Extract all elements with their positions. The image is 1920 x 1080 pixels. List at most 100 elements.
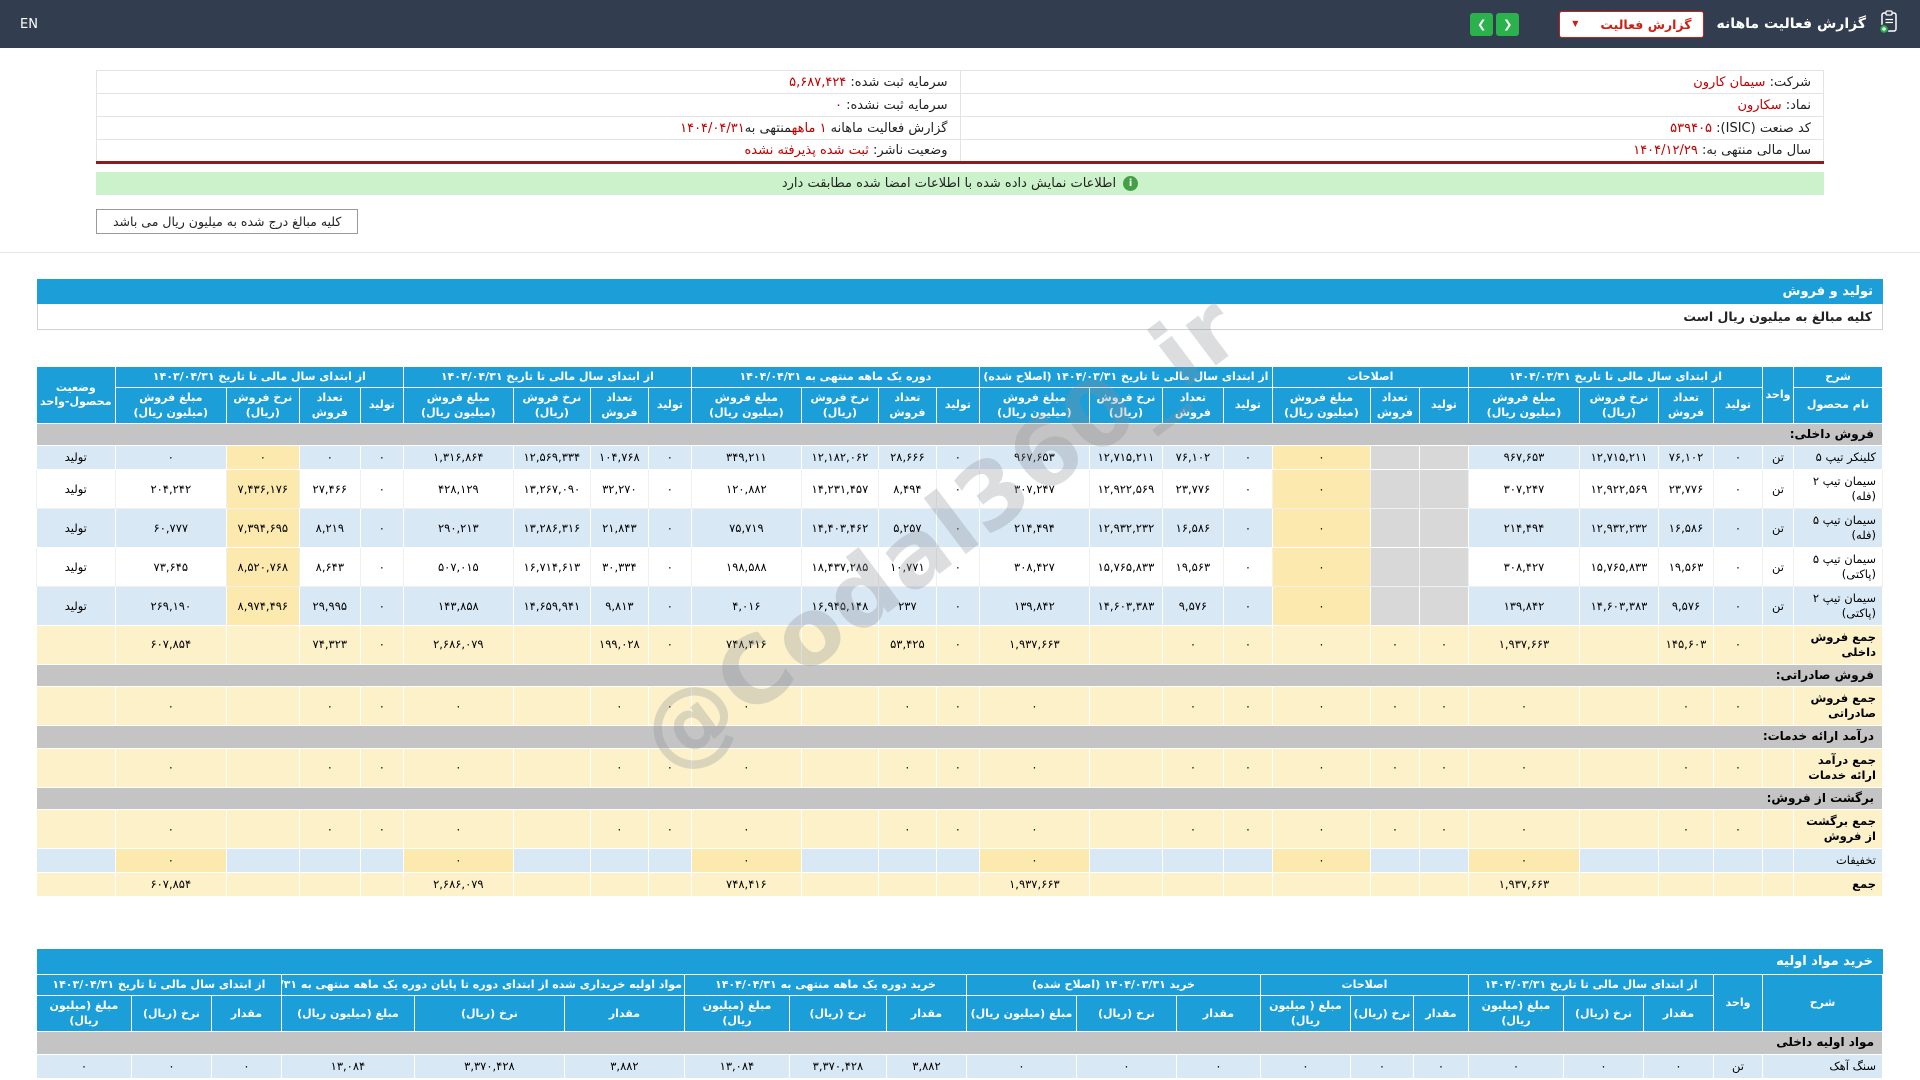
prev-report-button[interactable]: ❮ [1470,12,1494,36]
column-header: نرخ (ریال) [1563,995,1644,1032]
status-cell: تولید [35,547,116,588]
report-document-icon-svg [1879,10,1897,34]
value-cell: ۱۶,۷۱۴,۶۱۳ [512,547,591,588]
value-cell: ۰ [1271,586,1371,626]
column-header: مقدار [210,995,282,1032]
value-cell: ۰ [359,747,404,788]
unit-cell: تن [1762,445,1794,471]
value-cell [1369,469,1420,510]
value-cell: ۸,۹۷۴,۴۹۶ [225,586,300,626]
value-cell: ۰ [1713,686,1763,727]
value-cell: ۱۰۴,۷۶۸ [589,445,649,471]
info-value: ۱۴۰۴/۰۴/۳۱ [680,120,745,136]
value-cell: ۲,۶۸۶,۰۷۹ [402,872,514,898]
group-header: از ابتدای سال مالی تا تاریخ ۱۴۰۳/۰۴/۳۱ [114,365,404,389]
column-header: تعداد فروش [1369,387,1420,424]
value-cell: ۰ [359,445,404,471]
value-cell [1713,848,1763,874]
value-cell: ۸,۵۲۰,۷۶۸ [225,547,300,588]
value-cell: ۰ [114,747,227,788]
value-cell: ۱۵,۷۶۵,۸۳۳ [1579,547,1659,588]
column-header: مقدار [563,995,685,1032]
next-report-button[interactable]: ❯ [1496,12,1520,36]
report-document-icon[interactable] [1878,10,1900,38]
purchase-table: شرح واحد از ابتدای سال مالی تا تاریخ ۱۴۰۴/… [35,974,1884,1079]
value-cell: ۳۰۸,۴۲۷ [1467,547,1581,588]
value-cell [1088,624,1163,665]
value-cell: ۰ [1271,508,1371,549]
company-info-cell: نماد: سکارون [959,93,1824,117]
value-cell [1418,445,1469,471]
value-cell: ۳۰,۳۳۴ [589,547,649,588]
info-label: گزارش فعالیت ماهانه [826,120,948,136]
table-row: سنگ آهک تن ۰ ۰ ۰ ۰ ۰ ۰ ۰ ۰ ۰ ۳,۸۸۲ ۳,۳۷۰,۴۲۸ ۱۳,۰۸۴ ۳,… [35,1053,1883,1079]
value-cell: ۰ [1418,809,1469,850]
row-label: سنگ آهک [1762,1053,1883,1079]
value-cell: ۲۳۷ [877,586,937,626]
value-cell: ۲۳,۷۷۶ [1161,469,1224,510]
column-header: نرخ (ریال) [130,995,212,1032]
value-cell: ۷۴۸,۴۱۶ [690,872,802,898]
value-cell [1369,445,1420,471]
report-type-dropdown[interactable]: گزارش فعالیت ▼ [1559,10,1705,38]
column-header: مبلغ (میلیون ریال) [683,995,790,1032]
unit-cell [1762,848,1794,874]
info-label: سال مالی منتهی به: [1697,143,1811,158]
value-cell [800,686,879,727]
value-cell: ۷۳,۶۴۵ [114,547,227,588]
value-cell: ۲۸,۶۶۶ [877,445,937,471]
value-cell: ۰ [1222,686,1273,727]
info-label: سرمایه ثبت شده: [846,74,948,90]
value-cell: ۰ [1222,586,1273,626]
value-cell: ۰ [935,445,980,471]
value-cell [512,747,591,788]
value-cell: ۰ [359,809,404,850]
value-cell: ۰ [1713,508,1763,549]
group-header: مواد اولیه خریداری شده از ابتدای دوره تا… [280,974,685,997]
value-cell: ۰ [298,747,361,788]
value-cell: ۱۴۵,۶۰۳ [1658,624,1714,665]
value-cell: ۰ [690,747,802,788]
value-cell: ۰ [1161,747,1224,788]
language-toggle[interactable]: EN [20,17,38,32]
row-label: کلینکر تیپ ۵ [1793,445,1883,471]
value-cell: ۰ [1563,1053,1644,1079]
group-header: از ابتدای سال مالی تا تاریخ ۱۴۰۴/۰۳/۳۱ [1467,974,1715,997]
column-header: تولید [1222,387,1273,424]
info-label: شرکت: [1765,74,1811,90]
value-cell: ۹۶۷,۶۵۳ [1467,445,1581,471]
value-cell: ۱۸,۴۳۷,۲۸۵ [800,547,879,588]
value-cell: ۰ [647,747,692,788]
column-header: مبلغ ( میلیون ریال) [1259,995,1351,1032]
status-cell: تولید [35,445,116,471]
value-cell: ۰ [1271,469,1371,510]
chevron-down-icon: ▼ [1572,19,1579,28]
info-label: کد صنعت (ISIC): [1712,120,1811,136]
value-cell: ۳,۳۷۰,۴۲۸ [788,1053,887,1079]
value-cell [512,872,591,898]
value-cell: ۶۰۷,۸۵۴ [114,872,227,898]
value-cell: ۱۳۹,۸۴۲ [1467,586,1581,626]
value-cell: ۰ [1713,469,1763,510]
value-cell: ۰ [402,848,514,874]
section-label: برگشت از فروش: [35,786,1884,811]
value-cell: ۱۵,۷۶۵,۸۳۳ [1088,547,1163,588]
company-info-cell: کد صنعت (ISIC): ۵۳۹۴۰۵ [959,116,1824,140]
value-cell: ۰ [1713,547,1763,588]
value-cell: ۰ [1369,624,1420,665]
column-header: نرخ (ریال) [413,995,565,1032]
value-cell: ۰ [1467,809,1581,850]
value-cell: ۱۴۳,۸۵۸ [402,586,514,626]
value-cell: ۱۲,۷۱۵,۲۱۱ [1579,445,1659,471]
unit-cell [1762,809,1794,850]
column-header: مبلغ (میلیون ریال) [35,995,132,1032]
value-cell: ۰ [589,686,649,727]
group-header: از ابتدای سال مالی تا تاریخ ۱۴۰۳/۰۴/۳۱ [35,974,282,997]
value-cell: ۰ [1713,586,1763,626]
section-label: فروش داخلی: [35,422,1884,447]
value-cell: ۳۰۷,۲۴۷ [978,469,1090,510]
value-cell: ۷۴,۳۲۳ [298,624,361,665]
value-cell: ۰ [1271,624,1371,665]
value-cell: ۰ [1222,445,1273,471]
value-cell [1418,586,1469,626]
